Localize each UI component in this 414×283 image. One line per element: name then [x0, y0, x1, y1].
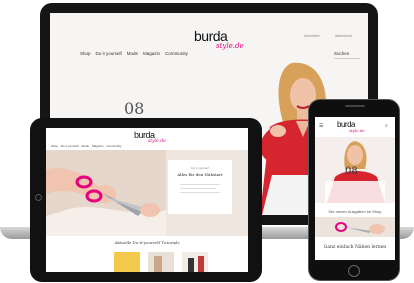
nav-item-shop[interactable]: Shop	[80, 51, 91, 56]
nav-item-community[interactable]: Community	[165, 51, 188, 56]
phone-home-button[interactable]	[348, 265, 360, 277]
search-icon[interactable]: ⌕	[385, 123, 388, 129]
logo-wordmark: burda	[194, 28, 228, 44]
phone-screen: ☰ burda style.de ⌕ 08 Die neuen Ausgaben…	[315, 117, 395, 260]
tutorial-thumbnails[interactable]	[114, 248, 234, 272]
tablet-logo[interactable]: burda style.de	[134, 131, 174, 145]
tablet-screen: burda style.de Shop Do it yourself Mode …	[46, 128, 248, 272]
card-text-line	[180, 188, 216, 189]
nav-item-shop[interactable]: Shop	[51, 144, 58, 148]
laptop-main-nav: Shop Do it yourself Mode Magazin Communi…	[80, 51, 188, 56]
phone-device: ☰ burda style.de ⌕ 08 Die neuen Ausgaben…	[308, 99, 400, 281]
hero-day: 08	[345, 166, 358, 177]
nav-item-community[interactable]: Community	[106, 144, 121, 148]
logo-subline: style.de	[349, 128, 365, 133]
sewing-strip-image	[315, 217, 395, 237]
nav-item-diy[interactable]: Do it yourself	[61, 144, 79, 148]
logo-subline: style.de	[216, 42, 244, 50]
card-kicker: Do it yourself	[191, 166, 209, 170]
nav-item-mode[interactable]: Mode	[82, 144, 90, 148]
nav-item-diy[interactable]: Do it yourself	[96, 51, 122, 56]
tablet-home-button[interactable]	[35, 194, 42, 201]
search-input[interactable]: Suchen	[334, 51, 349, 56]
hamburger-menu-icon[interactable]: ☰	[319, 123, 323, 129]
nav-item-mode[interactable]: Mode	[127, 51, 138, 56]
tablet-device: burda style.de Shop Do it yourself Mode …	[30, 118, 262, 282]
tablet-main-nav: Shop Do it yourself Mode Magazin Communi…	[51, 144, 122, 148]
phone-logo[interactable]: burda style.de	[337, 121, 373, 133]
card-text-line	[180, 192, 220, 193]
card-text-line	[180, 184, 220, 185]
featured-card[interactable]: Do it yourself Alles für den Nähstart	[168, 160, 232, 214]
section-subheading: Ganz einfach Nähen lernen	[323, 245, 387, 250]
cart-link[interactable]: Warenkorb	[335, 34, 352, 38]
nav-item-magazin[interactable]: Magazin	[143, 51, 160, 56]
hero-headline[interactable]: Die neuen Ausgaben im Shop	[319, 209, 391, 214]
section-title: Aktuelle Do-it-yourself Tutorials	[114, 240, 180, 245]
phone-speaker	[345, 105, 365, 107]
hero-day: 08	[124, 99, 145, 118]
logo-subline: style.de	[148, 139, 166, 144]
nav-item-magazin[interactable]: Magazin	[92, 144, 103, 148]
card-title: Alles für den Nähstart	[177, 172, 223, 177]
laptop-logo[interactable]: burda style.de	[194, 29, 254, 50]
login-link[interactable]: Anmelden	[304, 34, 320, 38]
